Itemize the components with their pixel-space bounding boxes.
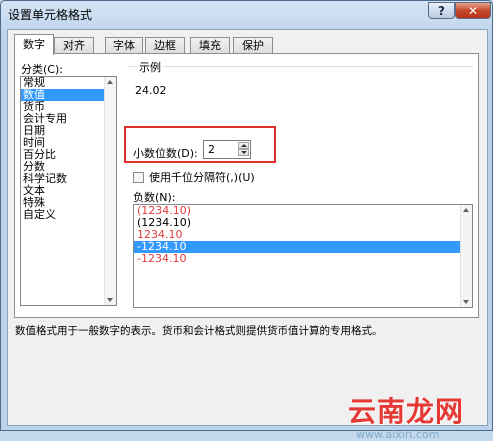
close-button[interactable]: ✕ [455,2,491,19]
tab-border[interactable]: 边框 [145,37,185,54]
sample-caption: 示例 [137,59,163,75]
sample-value: 24.02 [135,84,167,97]
category-list[interactable]: 常规 数值 货币 会计专用 日期 时间 百分比 分数 科学记数 文本 特殊 自定… [20,76,117,306]
tab-number[interactable]: 数字 [14,34,54,55]
title-bar[interactable]: 设置单元格格式 ? ✕ [1,1,492,29]
dialog-body: 数字 对齐 字体 边框 填充 保护 分类(C): 常规 数值 货币 会计专用 日… [7,29,488,441]
scroll-down-icon[interactable] [463,300,469,304]
tab-fill[interactable]: 填充 [190,37,230,54]
thousands-separator-checkbox[interactable] [133,171,144,183]
category-item-custom[interactable]: 自定义 [21,209,116,221]
thousands-separator-label: 使用千位分隔符(,)(U) [149,171,255,184]
format-description: 数值格式用于一般数字的表示。货币和会计格式则提供货币值计算的专用格式。 [15,325,383,337]
negative-numbers-list[interactable]: (1234.10) (1234.10) 1234.10 -1234.10 -12… [133,204,473,308]
chevron-down-icon [241,151,247,154]
scroll-down-icon[interactable] [107,298,113,302]
format-cells-dialog: 设置单元格格式 ? ✕ 数字 对齐 字体 边框 填充 保护 分类(C): 常规 … [0,0,493,441]
tab-protection[interactable]: 保护 [233,37,273,54]
stepper-buttons [238,142,249,157]
negative-format-item[interactable]: -1234.10 [134,253,472,265]
number-tab-panel: 分类(C): 常规 数值 货币 会计专用 日期 时间 百分比 分数 科学记数 文… [14,53,479,318]
stepper-down-button[interactable] [238,149,249,156]
help-icon: ? [438,3,445,18]
thousands-separator-option[interactable]: 使用千位分隔符(,)(U) [133,169,255,185]
watermark-text: 云南龙网 [348,395,465,428]
negative-numbers-label: 负数(N): [133,191,176,204]
sample-group: 示例 24.02 [129,59,473,97]
category-scrollbar[interactable] [104,77,116,305]
tab-font[interactable]: 字体 [105,37,143,54]
window-title: 设置单元格格式 [8,8,93,22]
decimal-places-value[interactable]: 2 [208,143,215,156]
stepper-up-button[interactable] [238,142,249,149]
decimal-places-label: 小数位数(D): [133,147,198,160]
watermark: 云南龙网 www.aixiri.com [348,390,464,441]
help-button[interactable]: ? [428,2,455,19]
close-icon: ✕ [467,3,479,18]
negative-list-scrollbar[interactable] [460,205,472,307]
chevron-up-icon [241,144,247,147]
negative-format-item[interactable]: (1234.10) [134,217,472,229]
decimal-places-stepper[interactable]: 2 [203,140,251,159]
tab-alignment[interactable]: 对齐 [54,37,94,54]
category-label: 分类(C): [21,63,63,76]
scroll-up-icon[interactable] [107,80,113,84]
scroll-up-icon[interactable] [463,208,469,212]
